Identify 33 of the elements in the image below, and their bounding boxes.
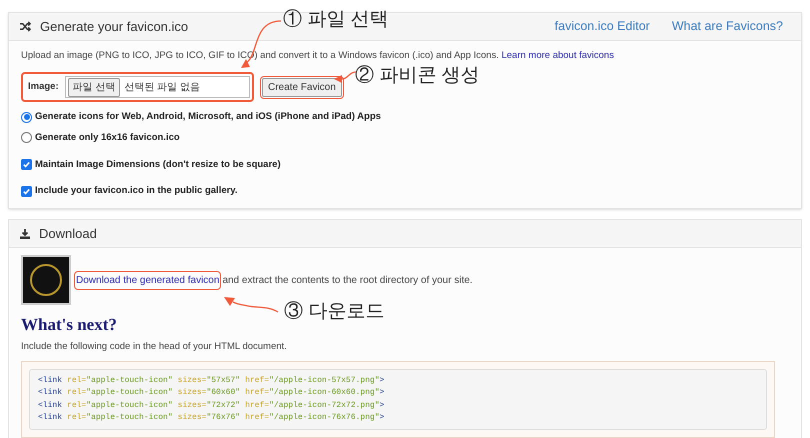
code-line: <link rel="apple-touch-icon" sizes="76x76" href="/apple-icon-76x76.png"> <box>38 412 386 424</box>
header-link[interactable]: What are Favicons? <box>672 17 783 36</box>
checkbox-label: Include your favicon.ico in the public gallery. <box>35 184 238 198</box>
learn-more-link[interactable]: Learn more about favicons <box>501 50 614 61</box>
radio-button[interactable] <box>21 112 32 123</box>
favicon-preview-image <box>21 255 71 306</box>
image-label: Image: <box>28 80 59 94</box>
code-line: <link rel="apple-touch-icon" sizes="60x60" href="/apple-icon-60x60.png"> <box>38 387 386 399</box>
choose-file-button[interactable]: 파일 선택 <box>68 78 120 97</box>
instruction-text: Include the following code in the head of your HTML document. <box>21 340 288 354</box>
checkbox-label: Maintain Image Dimensions (don't resize to be square) <box>35 158 281 172</box>
download-text: and extract the contents to the root directory of your site. <box>222 274 473 288</box>
radio-label: Generate only 16x16 favicon.ico <box>35 130 180 144</box>
annotation-label: ② 파비콘 생성 <box>355 64 480 88</box>
download-link[interactable]: Download the generated favicon <box>76 272 220 288</box>
code-line: <link rel="apple-touch-icon" sizes="72x72" href="/apple-icon-72x72.png"> <box>38 400 386 412</box>
download-icon <box>19 228 31 240</box>
radio-label: Generate icons for Web, Android, Microsoft, and iOS (iPhone and iPad) Apps <box>35 110 381 124</box>
create-favicon-button[interactable]: Create Favicon <box>262 78 342 97</box>
checkbox[interactable] <box>21 186 32 197</box>
code-line: <link rel="apple-touch-icon" sizes="57x57" href="/apple-icon-57x57.png"> <box>38 374 386 386</box>
annotation-arrow <box>334 70 356 84</box>
annotation-label: ③ 다운로드 <box>284 300 384 324</box>
shuffle-icon <box>19 21 32 32</box>
whats-next-heading: What's next? <box>21 315 118 336</box>
checkbox[interactable] <box>21 159 32 170</box>
panel-title: Download <box>39 225 97 243</box>
file-status: 선택된 파일 없음 <box>124 80 200 95</box>
panel-title: Generate your favicon.ico <box>40 18 188 36</box>
header-link[interactable]: favicon.ico Editor <box>554 17 650 36</box>
file-input[interactable]: 파일 선택 선택된 파일 없음 <box>64 76 250 98</box>
annotation-label: ① 파일 선택 <box>283 8 389 32</box>
radio-button[interactable] <box>21 132 32 144</box>
